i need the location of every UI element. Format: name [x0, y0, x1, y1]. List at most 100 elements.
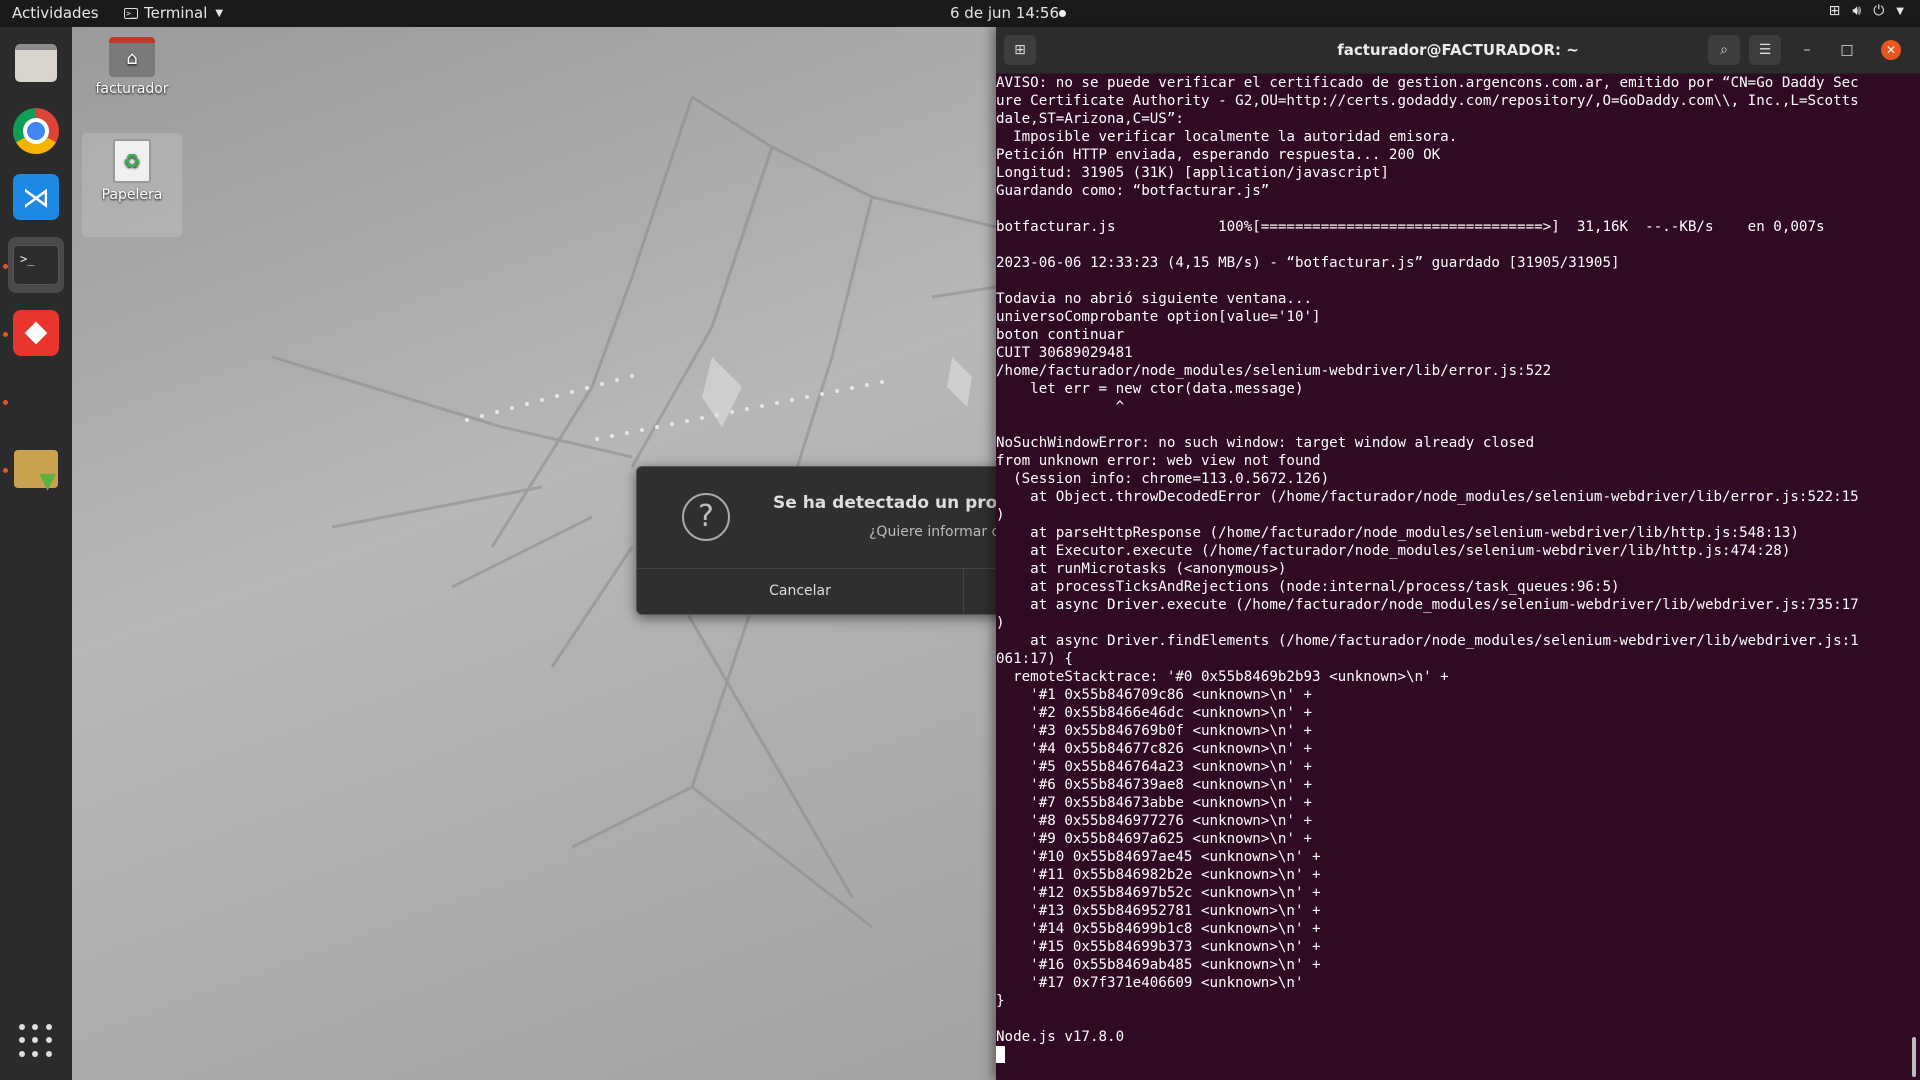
terminal-line: at async Driver.execute (/home/facturado… [996, 597, 1859, 613]
text-cursor [996, 1046, 1005, 1063]
system-status-area[interactable]: ⊞ 🔊︎ ⏻ ▼ [1829, 3, 1904, 19]
activities-button[interactable]: Actividades [12, 4, 99, 22]
terminal-line: Petición HTTP enviada, esperando respues… [996, 147, 1441, 163]
terminal-line: universoComprobante option[value='10'] [996, 309, 1321, 325]
power-icon: ⏻ [1873, 3, 1885, 19]
terminal-line: let err = new ctor(data.message) [996, 381, 1304, 397]
terminal-line: at Executor.execute (/home/facturador/no… [996, 543, 1791, 559]
terminal-line: /home/facturador/node_modules/selenium-w… [996, 363, 1552, 379]
terminal-line: } [996, 993, 1005, 1009]
notification-dot-icon [1059, 10, 1066, 17]
dialog-subtitle: ¿Quiere informar del problema? [869, 524, 996, 540]
search-button[interactable]: ⌕ [1708, 35, 1740, 65]
terminal-line: 2023-06-06 12:33:23 (4,15 MB/s) - “botfa… [996, 255, 1620, 271]
terminal-output[interactable]: AVISO: no se puede verificar el certific… [996, 74, 1906, 1080]
desktop-icon-trash[interactable]: ♻ Papelera [82, 133, 182, 237]
terminal-line: '#16 0x55b8469ab485 <unknown>\n' + [996, 957, 1321, 973]
terminal-line: Guardando como: “botfacturar.js” [996, 183, 1270, 199]
terminal-line: ) [996, 615, 1005, 631]
dock: ⋊ >_ [0, 27, 72, 1080]
terminal-line: botfacturar.js 100%[====================… [996, 219, 1825, 235]
problem-report-dialog: ? Se ha detectado un problema ¿Quiere in… [636, 466, 996, 615]
terminal-line: '#1 0x55b846709c86 <unknown>\n' + [996, 687, 1313, 703]
terminal-line: at parseHttpResponse (/home/facturador/n… [996, 525, 1799, 541]
terminal-icon: >_ [124, 7, 138, 19]
terminal-line: '#15 0x55b84699b373 <unknown>\n' + [996, 939, 1321, 955]
maximize-button[interactable]: □ [1831, 35, 1863, 65]
terminal-line: at async Driver.findElements (/home/fact… [996, 633, 1859, 649]
desktop-icon-label: Papelera [101, 187, 163, 203]
show-apps-icon [19, 1024, 53, 1058]
terminal-line: '#2 0x55b8466e46dc <unknown>\n' + [996, 705, 1313, 721]
vscode-icon: ⋊ [13, 174, 59, 220]
question-icon: ? [682, 493, 730, 541]
app-menu[interactable]: >_ Terminal ▼ [124, 4, 223, 22]
running-indicator [3, 400, 8, 405]
close-button[interactable]: ✕ [1881, 40, 1901, 60]
terminal-line: ure Certificate Authority - G2,OU=http:/… [996, 93, 1859, 109]
scrollbar[interactable] [1912, 1037, 1916, 1077]
desktop-icon-home[interactable]: ⌂ facturador [82, 31, 182, 111]
terminal-line: 061:17) { [996, 651, 1073, 667]
terminal-line: dale,ST=Arizona,C=US”: [996, 111, 1184, 127]
clock[interactable]: 6 de jun 14:56 [950, 4, 1059, 22]
dock-anydesk[interactable] [8, 305, 64, 361]
terminal-line: '#11 0x55b846982b2e <unknown>\n' + [996, 867, 1321, 883]
terminal-line: from unknown error: web view not found [996, 453, 1321, 469]
cancel-button[interactable]: Cancelar [637, 569, 963, 614]
minimize-button[interactable]: – [1791, 35, 1823, 65]
terminal-line: (Session info: chrome=113.0.5672.126) [996, 471, 1330, 487]
dialog-title: Se ha detectado un problema [773, 493, 996, 513]
terminal-line: '#14 0x55b84699b1c8 <unknown>\n' + [996, 921, 1321, 937]
terminal-line: ^ [996, 399, 1125, 415]
terminal-line: CUIT 30689029481 [996, 345, 1133, 361]
terminal-line: Todavia no abrió siguiente ventana... [996, 291, 1313, 307]
terminal-line: boton continuar [996, 327, 1125, 343]
terminal-line: at runMicrotasks (<anonymous>) [996, 561, 1287, 577]
desktop-icon-label: facturador [95, 81, 169, 97]
terminal-line: '#3 0x55b846769b0f <unknown>\n' + [996, 723, 1313, 739]
trash-icon: ♻ [113, 139, 151, 183]
dock-package[interactable] [8, 441, 64, 497]
menu-button[interactable]: ☰ [1749, 35, 1781, 65]
terminal-line: at Object.throwDecodedError (/home/factu… [996, 489, 1859, 505]
top-bar: Actividades >_ Terminal ▼ 6 de jun 14:56… [0, 0, 1920, 27]
dock-chrome[interactable] [8, 103, 64, 159]
package-icon [14, 450, 58, 494]
show-apps-button[interactable] [8, 1013, 64, 1069]
terminal-line: '#17 0x7f371e406609 <unknown>\n' [996, 975, 1304, 991]
hamburger-menu-icon: ☰ [1758, 42, 1772, 58]
terminal-prompt-line[interactable] [996, 1046, 1906, 1064]
terminal-line: '#9 0x55b84697a625 <unknown>\n' + [996, 831, 1313, 847]
divider [963, 569, 964, 614]
terminal-line: Imposible verificar localmente la autori… [996, 129, 1458, 145]
terminal-title: facturador@FACTURADOR: ~ [1337, 41, 1579, 59]
home-folder-icon: ⌂ [109, 37, 155, 77]
dock-vscode[interactable]: ⋊ [8, 169, 64, 225]
terminal-line: '#4 0x55b84677c826 <unknown>\n' + [996, 741, 1313, 757]
terminal-line: '#10 0x55b84697ae45 <unknown>\n' + [996, 849, 1321, 865]
chevron-down-icon: ▼ [215, 7, 224, 19]
dock-terminal[interactable]: >_ [8, 237, 64, 293]
terminal-line: ) [996, 507, 1005, 523]
terminal-line: '#8 0x55b846977276 <unknown>\n' + [996, 813, 1313, 829]
volume-icon: 🔊︎ [1852, 3, 1862, 19]
terminal-icon: >_ [13, 245, 59, 285]
terminal-line: '#5 0x55b846764a23 <unknown>\n' + [996, 759, 1313, 775]
terminal-line: '#13 0x55b846952781 <unknown>\n' + [996, 903, 1321, 919]
maximize-icon: □ [1840, 42, 1854, 58]
close-icon: ✕ [1885, 43, 1897, 57]
terminal-header-bar[interactable]: ⊞ facturador@FACTURADOR: ~ ⌕ ☰ – □ ✕ [996, 27, 1920, 74]
terminal-window: ⊞ facturador@FACTURADOR: ~ ⌕ ☰ – □ ✕ AVI… [996, 27, 1920, 1080]
terminal-line: Longitud: 31905 (31K) [application/javas… [996, 165, 1389, 181]
dock-files[interactable] [8, 35, 64, 91]
terminal-line: Node.js v17.8.0 [996, 1029, 1125, 1045]
terminal-line: NoSuchWindowError: no such window: targe… [996, 435, 1535, 451]
terminal-line: remoteStacktrace: '#0 0x55b8469b2b93 <un… [996, 669, 1449, 685]
terminal-line: '#7 0x55b84673abbe <unknown>\n' + [996, 795, 1313, 811]
desktop[interactable]: ⌂ facturador ♻ Papelera ? Se ha detectad… [72, 27, 996, 1080]
